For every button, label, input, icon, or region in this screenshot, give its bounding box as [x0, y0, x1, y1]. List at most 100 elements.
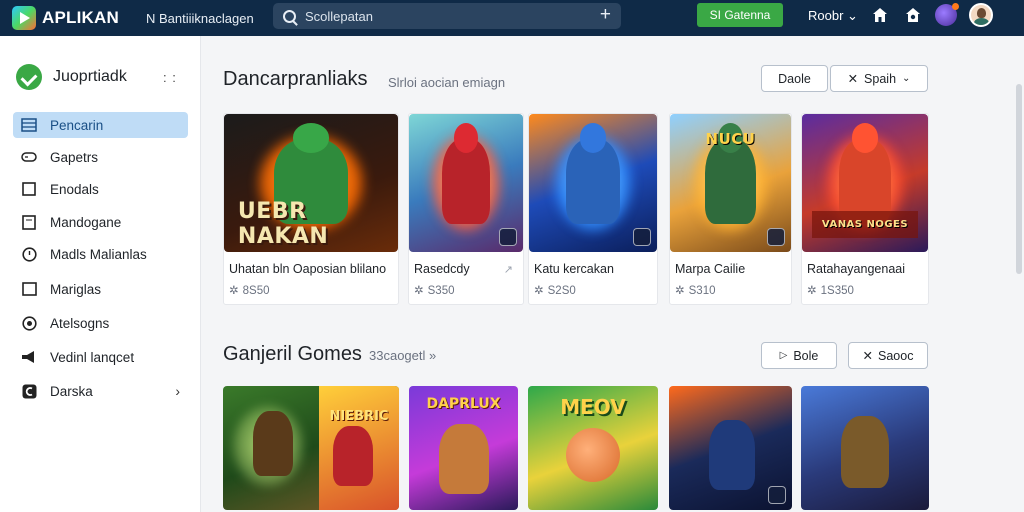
brand-name: Juoprtiadk [53, 68, 127, 85]
game-title: Uhatan bln Oaposian blilano [229, 262, 387, 276]
game-card[interactable]: MEOV [528, 386, 658, 510]
sidebar-item-label: Gapetrs [50, 149, 99, 165]
sidebar: Juoprtiadk : : Pencarin Gapetrs Enodals … [0, 36, 201, 512]
game-thumbnail: NUCU [670, 114, 791, 252]
game-meta: ✲ 1S350 [807, 285, 854, 297]
section-title: Dancarpranliaks [223, 68, 368, 90]
install-button[interactable]: SI Gatenna [697, 3, 783, 27]
notifications-icon[interactable] [935, 3, 959, 26]
game-title: Marpa Cailie [675, 262, 746, 276]
platform-badge-icon [499, 228, 517, 246]
section-title: Ganjeril Gomes [223, 343, 362, 365]
gear-icon: ✲ [229, 285, 239, 297]
game-meta: ✲ S310 [675, 285, 716, 297]
game-title: Ratahayangenaai [807, 262, 905, 276]
game-card[interactable]: NUCU Marpa Cailie ✲ S310 [669, 113, 792, 305]
game-card[interactable] [801, 386, 929, 510]
sort-icon: ✕ [847, 72, 859, 86]
home-icon[interactable] [871, 7, 889, 25]
game-card[interactable]: Rasedcdy ↗ ✲ S350 [408, 113, 524, 305]
sidebar-item-label: Atelsogns [50, 315, 110, 331]
user-menu[interactable]: Roobr ⌄ [808, 8, 858, 24]
document-icon [21, 214, 37, 230]
app-name: APLIKAN [42, 8, 119, 27]
scrollbar[interactable] [1016, 84, 1022, 274]
app-logo[interactable]: APLIKAN [12, 6, 132, 30]
sidebar-brand[interactable]: Juoprtiadk [16, 64, 127, 90]
game-banner: UEBR NAKAN [237, 199, 329, 250]
avatar[interactable] [969, 3, 993, 27]
game-thumbnail [409, 114, 523, 252]
play-label: Bole [793, 348, 819, 363]
top-bar: APLIKAN N Bantiiiknaclagen + SI Gatenna … [0, 0, 1024, 36]
chevron-down-icon: ⌄ [902, 73, 911, 84]
game-meta: ✲ 8S50 [229, 285, 270, 297]
clock-icon [21, 246, 37, 262]
primary-button[interactable]: Daole [761, 65, 828, 92]
section-subtitle[interactable]: 33caogetl » [369, 348, 436, 363]
game-title: Rasedcdy [414, 262, 470, 276]
main-content: Dancarpranliaks Slrloi aocian emiagn Dao… [202, 36, 1024, 512]
megaphone-icon [21, 349, 37, 365]
section-subtitle[interactable]: Slrloi aocian emiagn [388, 75, 505, 90]
sidebar-item-label: Mariglas [50, 281, 102, 297]
game-banner: VANAS NOGES [812, 210, 918, 239]
game-thumbnail: UEBR NAKAN [224, 114, 398, 252]
sidebar-item-label: Pencarin [50, 117, 104, 133]
square-icon [21, 281, 37, 297]
sidebar-item-vedinl[interactable]: Vedinl lanqcet [13, 344, 188, 370]
gamepad-icon [21, 149, 37, 165]
c-icon [21, 383, 37, 399]
game-card[interactable] [669, 386, 792, 510]
sidebar-item-pencarin[interactable]: Pencarin [13, 112, 188, 138]
search-input[interactable] [305, 8, 585, 24]
filter-icon: ✕ [862, 349, 874, 363]
library-icon [21, 117, 37, 133]
sidebar-item-madls[interactable]: Madls Malianlas [13, 241, 188, 267]
grid-menu-icon[interactable]: : : [163, 70, 177, 85]
game-banner: NUCU [705, 129, 756, 148]
game-card[interactable]: NIEBRIC [223, 386, 399, 510]
game-banner: DAPRLUX [426, 396, 501, 412]
sidebar-item-label: Darska [50, 383, 93, 399]
sort-label: Spaih [864, 71, 897, 86]
filter-label: Saooc [878, 348, 914, 363]
gear-icon: ✲ [675, 285, 685, 297]
play-icon: ▷ [779, 350, 788, 361]
play-logo-icon [12, 6, 36, 30]
game-card[interactable]: DAPRLUX [409, 386, 518, 510]
game-card[interactable]: Katu kercakan ✲ S2S0 [528, 113, 658, 305]
gear-icon: ✲ [807, 285, 817, 297]
breadcrumb[interactable]: N Bantiiiknaclagen [146, 11, 266, 26]
plus-icon[interactable]: + [600, 4, 611, 26]
sidebar-item-mandogane[interactable]: Mandogane [13, 209, 188, 235]
platform-badge-icon [768, 486, 786, 504]
sidebar-item-mariglas[interactable]: Mariglas [13, 276, 188, 302]
game-meta: ✲ S350 [414, 285, 455, 297]
game-title: Katu kercakan [534, 262, 614, 276]
platform-badge-icon [767, 228, 785, 246]
check-circle-icon [16, 64, 42, 90]
sidebar-item-darska[interactable]: Darska › [13, 378, 188, 404]
sidebar-item-atelsogns[interactable]: Atelsogns [13, 310, 188, 336]
search-box[interactable]: + [273, 3, 621, 29]
compass-icon [21, 315, 37, 331]
sort-dropdown[interactable]: ✕ Spaih ⌄ [830, 65, 928, 92]
sidebar-item-label: Mandogane [50, 214, 122, 230]
game-card[interactable]: UEBR NAKAN Uhatan bln Oaposian blilano ✲… [223, 113, 399, 305]
gear-icon: ✲ [534, 285, 544, 297]
sidebar-item-enodals[interactable]: Enodals [13, 176, 188, 202]
play-button[interactable]: ▷ Bole [761, 342, 837, 369]
game-thumbnail [529, 114, 657, 252]
platform-badge-icon [633, 228, 651, 246]
game-meta: ✲ S2S0 [534, 285, 576, 297]
game-card[interactable]: VANAS NOGES Ratahayangenaai ✲ 1S350 [801, 113, 929, 305]
game-banner: MEOV [560, 395, 626, 419]
gear-icon: ✲ [414, 285, 424, 297]
search-icon [283, 9, 296, 23]
sidebar-item-gapetrs[interactable]: Gapetrs [13, 144, 188, 170]
filter-button[interactable]: ✕ Saooc [848, 342, 928, 369]
share-icon[interactable]: ↗ [504, 263, 513, 276]
game-banner: NIEBRIC [329, 408, 389, 424]
store-icon[interactable] [904, 7, 922, 25]
